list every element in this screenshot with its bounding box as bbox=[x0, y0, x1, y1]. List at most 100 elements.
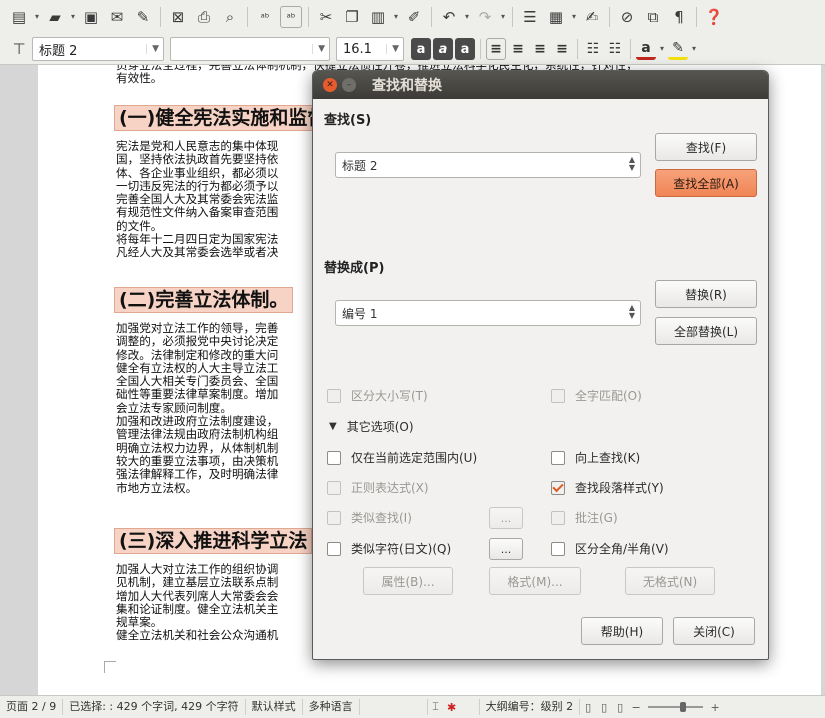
bold-icon[interactable]: a bbox=[411, 38, 431, 60]
paste-icon[interactable]: ▥ bbox=[367, 6, 389, 28]
match-case-checkbox[interactable] bbox=[327, 388, 341, 403]
find-all-button[interactable]: 查找全部(A) bbox=[655, 169, 757, 197]
paste-dropdown-icon[interactable]: ▾ bbox=[391, 6, 401, 28]
selection-mode-icon[interactable]: ⌶ bbox=[428, 700, 444, 714]
find-combo[interactable]: 标题 2 ▲ ▼ bbox=[335, 152, 641, 178]
close-button[interactable]: 关闭(C) bbox=[673, 617, 755, 645]
cut-icon[interactable]: ✂ bbox=[315, 6, 337, 28]
align-left-icon[interactable]: ≡ bbox=[486, 38, 506, 60]
spellcheck-icon[interactable]: ᵃᵇ bbox=[254, 6, 276, 28]
status-outline[interactable]: 大纲编号：级别 2 bbox=[480, 699, 581, 715]
undo-dropdown-icon[interactable]: ▾ bbox=[462, 6, 472, 28]
replace-all-button[interactable]: 全部替换(L) bbox=[655, 317, 757, 345]
pilcrow-icon[interactable]: ¶ bbox=[668, 6, 690, 28]
highlight-dropdown-icon[interactable]: ▾ bbox=[689, 38, 699, 60]
new-dropdown-icon[interactable]: ▾ bbox=[32, 6, 42, 28]
font-size-combo[interactable]: 16.1 ▼ bbox=[336, 37, 404, 61]
similarity-checkbox[interactable] bbox=[327, 510, 341, 525]
navigator-icon[interactable]: ☰ bbox=[519, 6, 541, 28]
zoom-out-icon[interactable]: − bbox=[628, 701, 644, 714]
email-icon[interactable]: ✉ bbox=[106, 6, 128, 28]
align-right-icon[interactable]: ≡ bbox=[530, 38, 550, 60]
find-value: 标题 2 bbox=[342, 158, 378, 173]
current-selection-option[interactable]: 仅在当前选定范围内(U) bbox=[327, 449, 477, 466]
regex-option[interactable]: 正则表达式(X) bbox=[327, 479, 429, 496]
single-page-view-icon[interactable]: ▯ bbox=[580, 701, 596, 714]
half-full-width-checkbox[interactable] bbox=[551, 541, 565, 556]
status-selection[interactable]: 已选择: : 429 个字词, 429 个字符 bbox=[63, 699, 246, 715]
replace-button[interactable]: 替换(R) bbox=[655, 280, 757, 308]
paragraph-styles-option[interactable]: 查找段落样式(Y) bbox=[551, 479, 664, 496]
sounds-like-settings-button[interactable]: ... bbox=[489, 538, 523, 560]
justify-icon[interactable]: ≡ bbox=[552, 38, 572, 60]
find-button[interactable]: 查找(F) bbox=[655, 133, 757, 161]
font-name-combo[interactable]: ▼ bbox=[170, 37, 330, 61]
comments-checkbox[interactable] bbox=[551, 510, 565, 525]
attributes-button[interactable]: 属性(B)... bbox=[363, 567, 453, 595]
paragraph-style-combo[interactable]: 标题 2 ▼ bbox=[32, 37, 164, 61]
print-preview-icon[interactable]: ⌕ bbox=[219, 6, 241, 28]
zoom-in-icon[interactable]: + bbox=[707, 701, 723, 714]
similarity-option[interactable]: 类似查找(I) bbox=[327, 509, 412, 526]
backwards-checkbox[interactable] bbox=[551, 450, 565, 465]
help-icon[interactable]: ❓ bbox=[703, 6, 725, 28]
regex-checkbox[interactable] bbox=[327, 480, 341, 495]
match-case-option[interactable]: 区分大小写(T) bbox=[327, 387, 428, 404]
table-dropdown-icon[interactable]: ▾ bbox=[569, 6, 579, 28]
font-color-dropdown-icon[interactable]: ▾ bbox=[657, 38, 667, 60]
zoom-slider[interactable] bbox=[648, 702, 704, 712]
current-selection-checkbox[interactable] bbox=[327, 450, 341, 465]
redo-dropdown-icon[interactable]: ▾ bbox=[498, 6, 508, 28]
edit-icon[interactable]: ✎ bbox=[132, 6, 154, 28]
textbox-icon[interactable]: ⧉ bbox=[642, 6, 664, 28]
status-signature[interactable] bbox=[460, 699, 480, 715]
status-page[interactable]: 页面 2 / 9 bbox=[0, 699, 64, 715]
align-center-icon[interactable]: ≡ bbox=[508, 38, 528, 60]
comments-option[interactable]: 批注(G) bbox=[551, 509, 618, 526]
backwards-option[interactable]: 向上查找(K) bbox=[551, 449, 640, 466]
underline-icon[interactable]: a bbox=[455, 38, 475, 60]
other-options-expander[interactable]: ▼ 其它选项(O) bbox=[329, 418, 414, 435]
save-icon[interactable]: ▣ bbox=[80, 6, 102, 28]
replace-combo[interactable]: 编号 1 ▲ ▼ bbox=[335, 300, 641, 326]
close-icon[interactable]: ✕ bbox=[323, 78, 337, 92]
half-full-width-option[interactable]: 区分全角/半角(V) bbox=[551, 540, 669, 557]
similarity-settings-button[interactable]: ... bbox=[489, 507, 523, 529]
open-icon[interactable]: ▰ bbox=[44, 6, 66, 28]
highlight-icon[interactable]: ✎ bbox=[668, 38, 688, 60]
numbering-icon[interactable]: ☷ bbox=[605, 38, 625, 60]
paragraph-styles-checkbox[interactable] bbox=[551, 480, 565, 495]
chart-icon[interactable]: ⊘ bbox=[616, 6, 638, 28]
help-button[interactable]: 帮助(H) bbox=[581, 617, 663, 645]
draw-icon[interactable]: ✍ bbox=[581, 6, 603, 28]
clone-icon[interactable]: ✐ bbox=[403, 6, 425, 28]
document-icon[interactable]: ▤ bbox=[8, 6, 30, 28]
autospell-icon[interactable]: ᵃᵇ bbox=[280, 6, 302, 28]
copy-icon[interactable]: ❐ bbox=[341, 6, 363, 28]
table-icon[interactable]: ▦ bbox=[545, 6, 567, 28]
styles-icon[interactable]: ⊤ bbox=[8, 38, 30, 60]
whole-words-checkbox[interactable] bbox=[551, 388, 565, 403]
pdf-icon[interactable]: ⊠ bbox=[167, 6, 189, 28]
redo-icon[interactable]: ↷ bbox=[474, 6, 496, 28]
zoom-slider-knob[interactable] bbox=[680, 702, 687, 712]
minimize-icon[interactable]: – bbox=[342, 78, 356, 92]
dialog-titlebar[interactable]: ✕ – 查找和替换 bbox=[313, 71, 768, 99]
status-page-style[interactable]: 默认样式 bbox=[246, 699, 303, 715]
font-color-icon[interactable]: a bbox=[636, 38, 656, 60]
italic-icon[interactable]: a bbox=[433, 38, 453, 60]
book-view-icon[interactable]: ▯ bbox=[612, 701, 628, 714]
document-modified-icon[interactable]: ✱ bbox=[444, 701, 460, 714]
bullets-icon[interactable]: ☷ bbox=[583, 38, 603, 60]
whole-words-option[interactable]: 全字匹配(O) bbox=[551, 387, 642, 404]
status-insert-mode[interactable] bbox=[360, 699, 428, 715]
multi-page-view-icon[interactable]: ▯ bbox=[596, 701, 612, 714]
sounds-like-checkbox[interactable] bbox=[327, 541, 341, 556]
open-dropdown-icon[interactable]: ▾ bbox=[68, 6, 78, 28]
sounds-like-option[interactable]: 类似字符(日文)(Q) bbox=[327, 540, 451, 557]
format-button[interactable]: 格式(M)... bbox=[489, 567, 581, 595]
print-icon[interactable]: ⎙ bbox=[193, 6, 215, 28]
undo-icon[interactable]: ↶ bbox=[438, 6, 460, 28]
no-format-button[interactable]: 无格式(N) bbox=[625, 567, 715, 595]
status-language[interactable]: 多种语言 bbox=[303, 699, 360, 715]
